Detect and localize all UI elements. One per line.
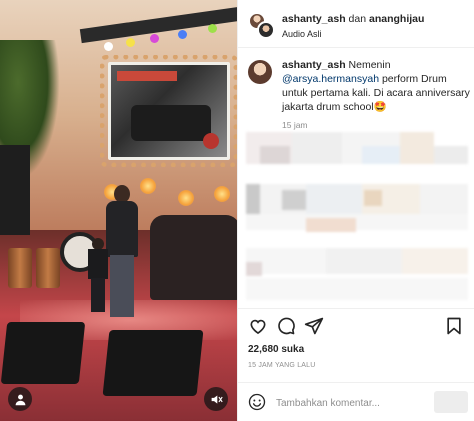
mute-icon [211, 394, 223, 404]
stage-light [208, 24, 217, 33]
smiley-icon [248, 393, 266, 411]
action-bar [238, 308, 474, 342]
mention-link[interactable]: @arsya.hermansyah [282, 73, 379, 85]
mute-button[interactable] [204, 387, 228, 411]
collab-avatars[interactable] [248, 12, 275, 39]
tagged-users-button[interactable] [8, 387, 32, 411]
post-authors: ashanty_ash dan ananghijau [282, 13, 424, 25]
post-timestamp: 15 JAM YANG LALU [248, 362, 316, 369]
stage-light [178, 30, 187, 39]
share-button[interactable] [304, 316, 324, 336]
post-sidebar: ashanty_ash dan ananghijau Audio Asli as… [237, 0, 474, 421]
caption-emoji: 🤩 [373, 101, 387, 113]
caption-username-link[interactable]: ashanty_ash [282, 59, 346, 71]
send-icon [304, 317, 324, 335]
stage-monitor [0, 322, 86, 384]
lamp [178, 190, 194, 206]
comment-icon [278, 317, 295, 335]
avatar[interactable] [257, 21, 275, 39]
conga-drum [36, 248, 60, 288]
amplifier [0, 145, 30, 235]
stage-light [104, 42, 113, 51]
stage-light [150, 34, 159, 43]
comment-input[interactable] [276, 395, 416, 411]
author-username-link[interactable]: ananghijau [369, 13, 424, 25]
stage-light [126, 38, 135, 47]
heart-icon [250, 319, 266, 335]
likes-count[interactable]: 22,680 suka [248, 344, 304, 355]
performer-adult [104, 185, 140, 320]
bookmark-icon [447, 317, 461, 335]
comment-bar [238, 382, 474, 421]
performer-child [88, 238, 108, 312]
avatar[interactable] [248, 60, 272, 84]
stage-monitor [102, 330, 204, 396]
comment-button[interactable] [276, 316, 296, 336]
post-header: ashanty_ash dan ananghijau Audio Asli [238, 0, 474, 48]
caption-body: Nemenin [345, 59, 391, 71]
audio-label-link[interactable]: Audio Asli [282, 29, 322, 39]
caption-text: ashanty_ash Nemenin @arsya.hermansyah pe… [282, 58, 472, 114]
post-comment-button[interactable] [434, 391, 468, 413]
author-username-link[interactable]: ashanty_ash [282, 13, 346, 25]
user-icon [15, 394, 25, 405]
blurred-comments [246, 128, 468, 306]
post-video[interactable] [0, 0, 237, 421]
emoji-button[interactable] [248, 393, 266, 411]
drum-kit [150, 215, 237, 300]
lamp [214, 186, 230, 202]
stage-screen [108, 62, 230, 160]
conga-drum [8, 248, 32, 288]
lamp [140, 178, 156, 194]
save-button[interactable] [444, 316, 464, 336]
like-button[interactable] [248, 316, 268, 336]
author-joiner: dan [348, 13, 367, 25]
